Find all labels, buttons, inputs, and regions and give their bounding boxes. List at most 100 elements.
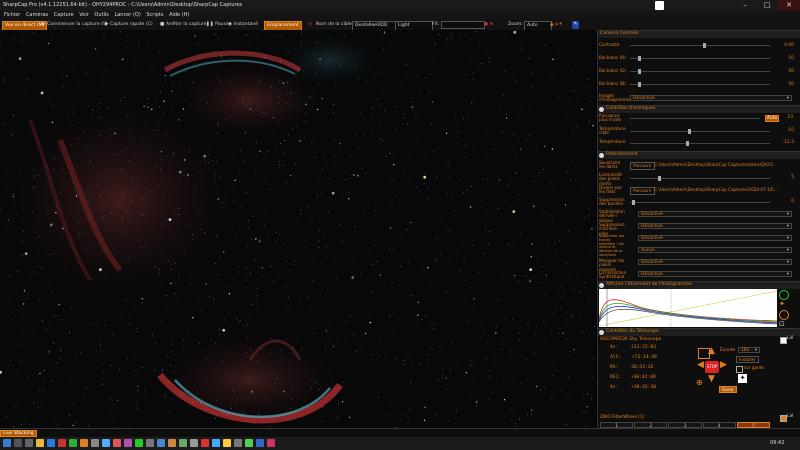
- menu-cameras[interactable]: Caméras: [26, 12, 48, 18]
- contrast-slider[interactable]: [630, 45, 770, 46]
- app-icon[interactable]: [212, 439, 220, 447]
- wb-red-knob[interactable]: [638, 56, 641, 61]
- app-icon[interactable]: [58, 439, 66, 447]
- close-button[interactable]: ✕: [778, 0, 800, 11]
- star-icon[interactable]: ✦: [738, 374, 747, 383]
- app-icon[interactable]: [168, 439, 176, 447]
- status-live-stacking[interactable]: Live Stacking: [0, 430, 37, 437]
- app-icon[interactable]: [190, 439, 198, 447]
- hist-auto-icon[interactable]: ✦: [779, 300, 787, 308]
- satellite-select[interactable]: Désactivé: [638, 235, 792, 242]
- darks-browse-button[interactable]: Parcourir: [630, 162, 655, 170]
- tool-icon[interactable]: ✎: [572, 21, 579, 29]
- contrast-knob[interactable]: [703, 43, 706, 48]
- guide-checkbox[interactable]: [736, 366, 743, 373]
- app-icon[interactable]: [69, 439, 77, 447]
- taskview-icon[interactable]: [25, 439, 33, 447]
- speed-select[interactable]: 16x: [738, 347, 760, 354]
- preprocessing-header[interactable]: Prétraitement: [598, 151, 800, 159]
- stabilize-select[interactable]: Désactivé: [638, 211, 792, 218]
- start-capture-button[interactable]: ▶ Commencer la capture (S): [42, 21, 108, 29]
- minimize-button[interactable]: –: [734, 0, 756, 11]
- target-temp-value[interactable]: -10: [774, 128, 794, 133]
- banding-slider[interactable]: [630, 202, 770, 203]
- app-icon[interactable]: [102, 439, 110, 447]
- maximize-button[interactable]: □: [756, 0, 778, 11]
- wb-blue-value[interactable]: 50: [774, 82, 794, 87]
- wb-blue-slider[interactable]: [630, 84, 770, 85]
- install-button[interactable]: Installer: [736, 356, 759, 363]
- mask-pixels-select[interactable]: Aucun: [638, 247, 792, 254]
- banding-knob[interactable]: [632, 200, 635, 205]
- menu-scripts[interactable]: Scripts: [146, 12, 163, 18]
- telescope-header[interactable]: Contrôles du Télescope: [598, 328, 800, 336]
- target-temp-knob[interactable]: [688, 129, 691, 134]
- south-arrow-icon[interactable]: ▼: [708, 374, 715, 384]
- filterwheel-link-checkbox[interactable]: [780, 415, 787, 422]
- start-menu-icon[interactable]: [3, 439, 11, 447]
- app-icon[interactable]: [201, 439, 209, 447]
- app-icon[interactable]: [91, 439, 99, 447]
- app-icon[interactable]: [223, 439, 231, 447]
- wb-green-knob[interactable]: [638, 69, 641, 74]
- flat-select[interactable]: Désactivé: [638, 271, 792, 278]
- hot-pixels-knob[interactable]: [658, 176, 661, 181]
- synthetic-select[interactable]: Désactivé: [638, 259, 792, 266]
- fx-select[interactable]: [441, 21, 485, 29]
- quick-capture-button[interactable]: ▶ Capture rapide (C): [105, 21, 153, 29]
- app-icon[interactable]: [135, 439, 143, 447]
- north-arrow-icon[interactable]: ▲: [708, 346, 715, 356]
- app-icon[interactable]: [256, 439, 264, 447]
- snapshot-button[interactable]: ◉ Instantané: [228, 21, 258, 29]
- menu-launch[interactable]: Lancer (Q): [114, 12, 140, 18]
- zoom-icons[interactable]: ▲ ⌂ ▾: [550, 21, 562, 29]
- stop-button[interactable]: STOP: [705, 361, 719, 373]
- image-viewport[interactable]: [0, 30, 596, 428]
- menu-tools[interactable]: Outils: [94, 12, 108, 18]
- hist-reset-icon[interactable]: [779, 290, 789, 300]
- wb-green-value[interactable]: 50: [774, 69, 794, 74]
- explorer-icon[interactable]: [36, 439, 44, 447]
- pause-button[interactable]: ❚❚ Pause: [206, 21, 229, 29]
- hot-pixels-slider[interactable]: [630, 178, 770, 179]
- wb-blue-knob[interactable]: [638, 82, 641, 87]
- notification-icon[interactable]: [655, 1, 664, 10]
- contrast-value[interactable]: 0.00: [774, 43, 794, 48]
- app-icon[interactable]: [245, 439, 253, 447]
- app-icon[interactable]: [113, 439, 121, 447]
- east-arrow-icon[interactable]: ▶: [720, 360, 727, 370]
- stop-capture-button[interactable]: ■ Arrêter la capture: [160, 21, 207, 29]
- app-icon[interactable]: [124, 439, 132, 447]
- sharpcap-icon[interactable]: [80, 439, 88, 447]
- hist-stretch-icon[interactable]: [779, 310, 789, 320]
- histogram-header[interactable]: Afficher l'étirement de l'histogramme: [598, 281, 800, 289]
- app-icon[interactable]: [234, 439, 242, 447]
- app-icon[interactable]: [157, 439, 165, 447]
- clock[interactable]: 09:42: [770, 440, 784, 446]
- park-button[interactable]: Garer: [719, 386, 737, 393]
- hist-images-select[interactable]: Désactivé: [630, 95, 792, 102]
- target-temp-slider[interactable]: [630, 131, 770, 132]
- sync-icon[interactable]: ⊕: [696, 378, 703, 387]
- bg-subtract-select[interactable]: Désactivé: [638, 223, 792, 230]
- app-icon[interactable]: [146, 439, 154, 447]
- west-arrow-icon[interactable]: ◀: [697, 360, 704, 370]
- menu-file[interactable]: Fichier: [4, 12, 20, 18]
- browser-icon[interactable]: [47, 439, 55, 447]
- histogram-plot[interactable]: [598, 289, 778, 327]
- search-icon[interactable]: [14, 439, 22, 447]
- wb-red-slider[interactable]: [630, 58, 770, 59]
- menu-capture[interactable]: Capture: [54, 12, 74, 18]
- cooler-power-slider[interactable]: [630, 118, 760, 119]
- wb-green-slider[interactable]: [630, 71, 770, 72]
- thermal-header[interactable]: Contrôles thermiques: [598, 105, 800, 113]
- telescope-link-checkbox[interactable]: [780, 337, 787, 344]
- hot-pixels-value[interactable]: 5: [774, 175, 794, 180]
- flats-browse-button[interactable]: Parcourir: [630, 187, 655, 195]
- app-icon[interactable]: [179, 439, 187, 447]
- hist-zoom-icon[interactable]: ⊡: [779, 320, 787, 328]
- banding-value[interactable]: 0: [774, 199, 794, 204]
- app-icon[interactable]: [267, 439, 275, 447]
- record-icon[interactable]: ● ⊗: [484, 21, 493, 29]
- menu-view[interactable]: Voir: [79, 12, 89, 18]
